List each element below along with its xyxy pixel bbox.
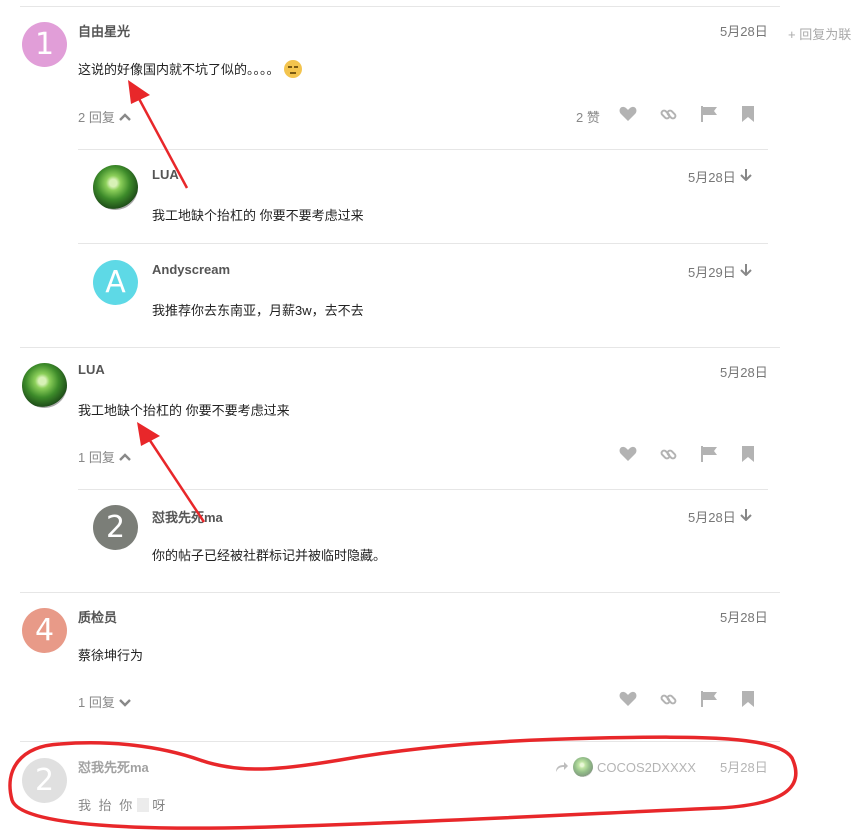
bookmark-icon[interactable] — [742, 446, 754, 462]
post-username[interactable]: 怼我先死ma — [78, 757, 149, 776]
replies-count: 1 回复 — [78, 695, 115, 710]
reply-to-link[interactable]: COCOS2DXXXX — [555, 757, 696, 777]
divider — [20, 741, 780, 742]
chevron-down-icon — [118, 696, 131, 708]
show-replies-button[interactable]: 1 回复 — [78, 692, 131, 711]
arrow-down-icon[interactable] — [740, 264, 752, 276]
reply-username[interactable]: 怼我先死ma — [152, 507, 223, 526]
arrow-down-icon[interactable] — [740, 509, 752, 521]
replies-count: 1 回复 — [78, 450, 115, 465]
redacted-block — [137, 798, 150, 812]
link-icon[interactable] — [660, 446, 677, 463]
reply-date[interactable]: 5月28日 — [688, 507, 736, 526]
divider — [20, 592, 780, 593]
post-text: 这说的好像国内就不坑了似的。。。。 — [78, 62, 280, 77]
post-username[interactable]: LUA — [78, 362, 105, 377]
chevron-up-icon — [118, 111, 131, 123]
link-icon[interactable] — [660, 691, 677, 708]
reply-username[interactable]: Andyscream — [152, 262, 230, 277]
avatar[interactable] — [22, 363, 67, 408]
post-body: 这说的好像国内就不坑了似的。。。。 — [78, 59, 302, 78]
avatar[interactable]: 2 — [22, 758, 67, 803]
post-date[interactable]: 5月28日 — [720, 362, 768, 381]
reply-as-linked-topic-button[interactable]: + 回复为联 — [788, 24, 851, 43]
post-date[interactable]: 5月28日 — [720, 757, 768, 776]
divider — [78, 489, 768, 490]
replies-count: 2 回复 — [78, 110, 115, 125]
heart-icon[interactable] — [619, 106, 637, 122]
post-body: 我 抬 你呀 — [78, 795, 167, 814]
avatar[interactable]: 1 — [22, 22, 67, 67]
reply-arrow-icon — [555, 761, 569, 773]
reply-text: 我推荐你去东南亚，月薪3w，去不去 — [152, 303, 364, 318]
bookmark-icon[interactable] — [742, 691, 754, 707]
arrow-down-icon[interactable] — [740, 169, 752, 181]
reply-to-username: COCOS2DXXXX — [597, 759, 696, 775]
divider — [78, 243, 768, 244]
red-circle-annotation — [8, 735, 798, 830]
post-text: 蔡徐坤行为 — [78, 648, 144, 663]
post-text-end: 呀 — [152, 798, 168, 813]
reply-text: 我工地缺个抬杠的 你要不要考虑过来 — [152, 208, 364, 223]
avatar[interactable]: A — [93, 260, 138, 305]
show-replies-button[interactable]: 1 回复 — [78, 447, 131, 466]
reply-username[interactable]: LUA — [152, 167, 179, 182]
reply-date[interactable]: 5月29日 — [688, 262, 736, 281]
avatar[interactable]: 4 — [22, 608, 67, 653]
post-username[interactable]: 自由星光 — [78, 21, 130, 40]
flag-icon[interactable] — [700, 446, 718, 462]
heart-icon[interactable] — [619, 691, 637, 707]
reply-text: 你的帖子已经被社群标记并被临时隐藏。 — [152, 548, 387, 563]
divider — [20, 6, 780, 7]
bookmark-icon[interactable] — [742, 106, 754, 122]
flag-icon[interactable] — [700, 106, 718, 122]
avatar — [573, 757, 593, 777]
chevron-up-icon — [118, 451, 131, 463]
reply-as-linked-label: 回复为联 — [799, 27, 852, 42]
show-replies-button[interactable]: 2 回复 — [78, 107, 131, 126]
post-text: 我工地缺个抬杠的 你要不要考虑过来 — [78, 403, 290, 418]
post-text: 我 抬 你 — [78, 798, 135, 813]
avatar[interactable] — [93, 165, 138, 210]
divider — [78, 149, 768, 150]
avatar[interactable]: 2 — [93, 505, 138, 550]
post-username[interactable]: 质检员 — [78, 607, 117, 626]
heart-icon[interactable] — [619, 446, 637, 462]
divider — [20, 347, 780, 348]
flag-icon[interactable] — [700, 691, 718, 707]
post-date[interactable]: 5月28日 — [720, 607, 768, 626]
unamused-face-icon — [283, 60, 302, 78]
reply-date[interactable]: 5月28日 — [688, 167, 736, 186]
plus-icon: + — [788, 27, 796, 42]
post-date[interactable]: 5月28日 — [720, 21, 768, 40]
likes-count: 2 赞 — [576, 110, 600, 125]
link-icon[interactable] — [660, 106, 677, 123]
